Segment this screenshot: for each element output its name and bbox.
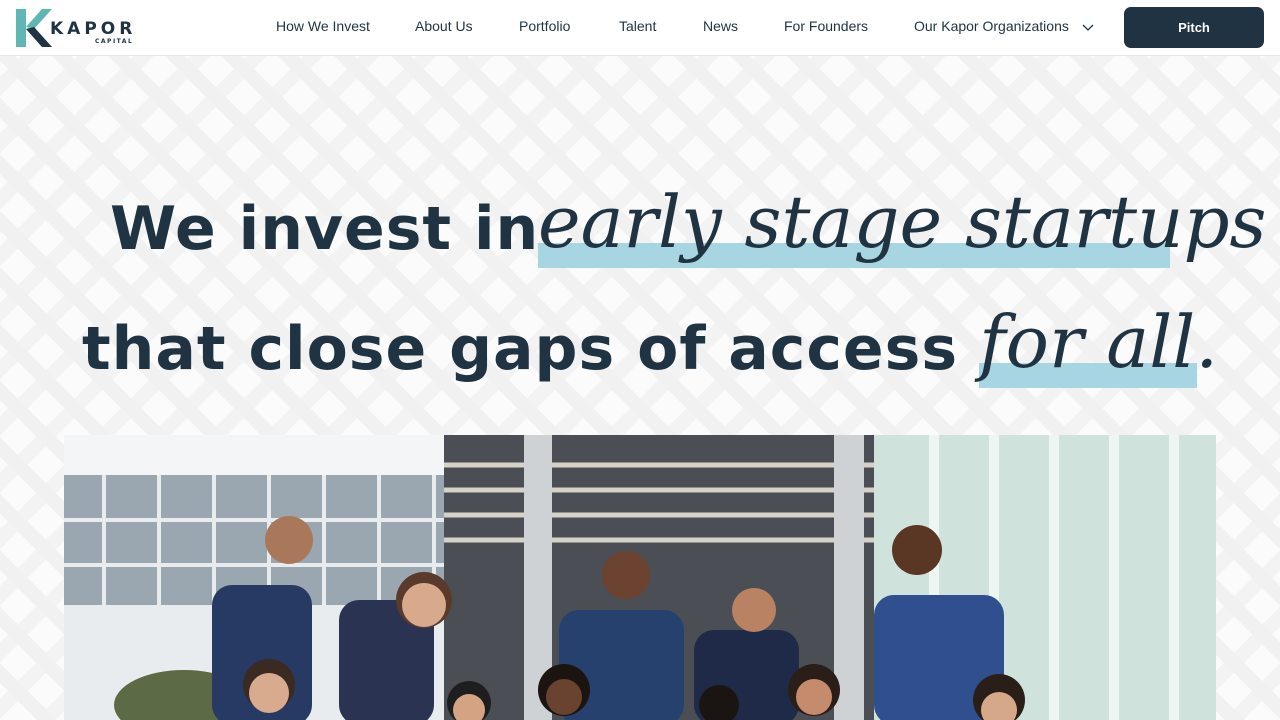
team-group-photo-illustration bbox=[64, 435, 1216, 720]
headline-line-2-emphasis: for all. bbox=[979, 300, 1219, 384]
logo-subtitle: CAPITAL bbox=[95, 38, 134, 45]
headline-line-2-emphasis-wrap: for all. bbox=[979, 300, 1218, 390]
nav-portfolio[interactable]: Portfolio bbox=[519, 18, 570, 34]
headline-line-1-emphasis-wrap: early stage startups bbox=[538, 180, 1267, 270]
site-header: KAPOR CAPITAL How We Invest About Us Por… bbox=[0, 0, 1280, 56]
headline-line-1-emphasis: early stage startups bbox=[538, 180, 1267, 264]
headline-line-1-plain: We invest in bbox=[110, 194, 540, 264]
kapor-capital-logo[interactable]: KAPOR CAPITAL bbox=[16, 9, 138, 47]
nav-how-we-invest[interactable]: How We Invest bbox=[276, 18, 370, 34]
nav-about-us[interactable]: About Us bbox=[415, 18, 473, 34]
chevron-down-icon[interactable] bbox=[1082, 22, 1094, 32]
nav-for-founders[interactable]: For Founders bbox=[784, 18, 868, 34]
logo-wordmark: KAPOR bbox=[50, 19, 137, 39]
kapor-k-mark-icon bbox=[16, 9, 52, 47]
headline-line-2-plain: that close gaps of access bbox=[82, 314, 959, 384]
team-photo bbox=[64, 435, 1216, 720]
pitch-button[interactable]: Pitch bbox=[1124, 7, 1264, 48]
nav-our-kapor-organizations[interactable]: Our Kapor Organizations bbox=[914, 18, 1069, 34]
nav-talent[interactable]: Talent bbox=[619, 18, 656, 34]
nav-news[interactable]: News bbox=[703, 18, 738, 34]
